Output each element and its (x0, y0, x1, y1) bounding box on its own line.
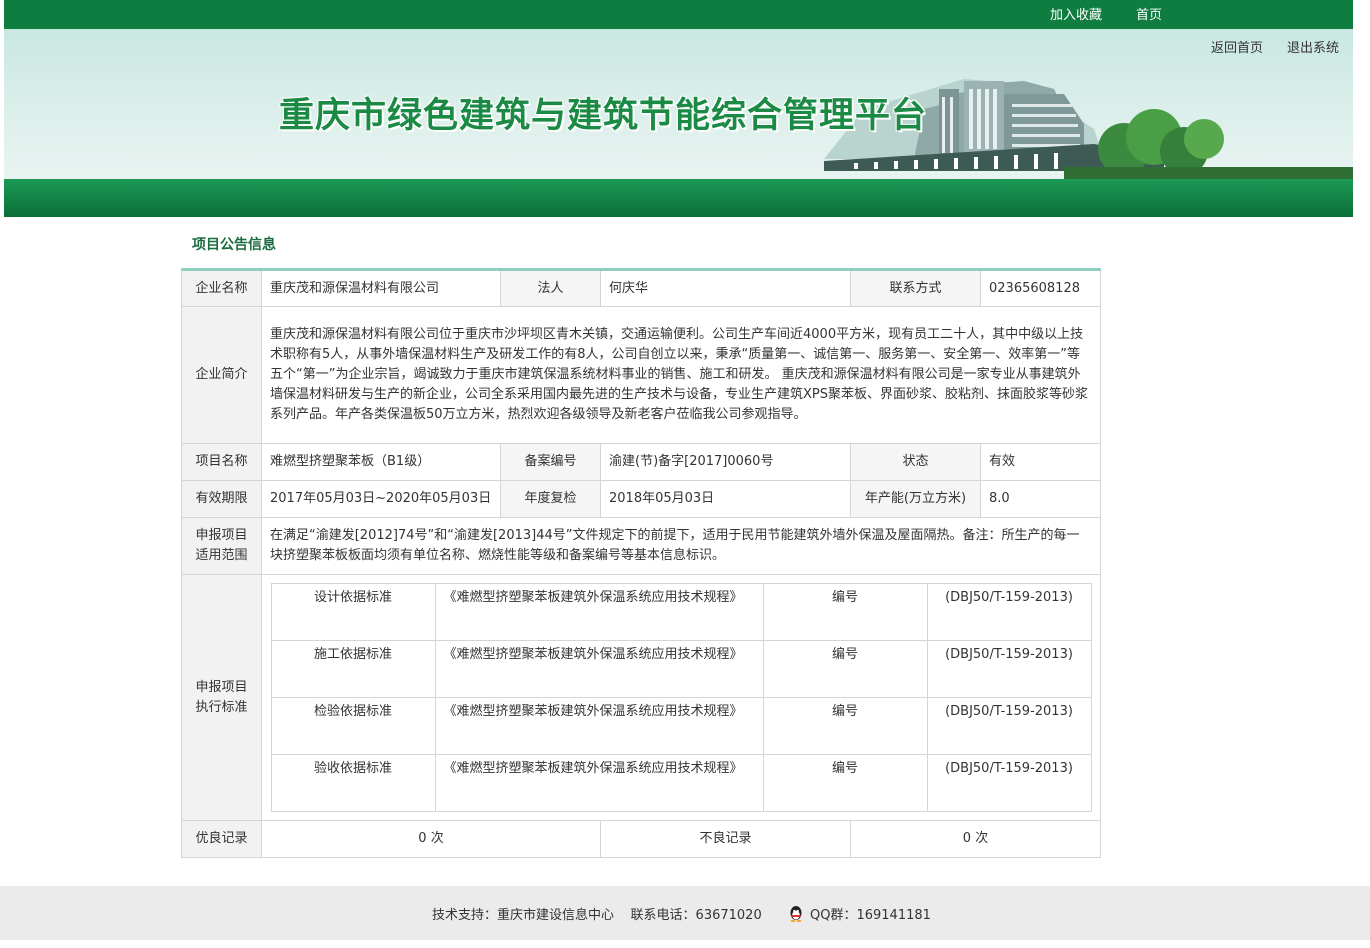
capacity: 8.0 (980, 480, 1101, 518)
footer: 技术支持：重庆市建设信息中心 联系电话：63671020 QQ群：1691411… (0, 886, 1370, 940)
home-link[interactable]: 首页 (1136, 4, 1162, 23)
good-record: 0 次 (261, 820, 601, 858)
intro-label: 企业简介 (181, 306, 262, 444)
review-date: 2018年05月03日 (600, 480, 851, 518)
company-intro: 重庆茂和源保温材料有限公司位于重庆市沙坪坝区青木关镇，交通运输便利。公司生产车间… (261, 306, 1101, 444)
contact: 02365608128 (980, 269, 1101, 307)
standard-type: 施工依据标准 (270, 640, 436, 698)
standard-code: (DBJ50/T-159-2013) (926, 640, 1092, 698)
add-favorite-link[interactable]: 加入收藏 (1050, 4, 1102, 23)
top-bar: 加入收藏 首页 (4, 0, 1353, 29)
table-row: 有效期限 2017年05月03日~2020年05月03日 年度复检 2018年0… (181, 480, 1101, 518)
bad-record: 0 次 (850, 820, 1101, 858)
standard-code: (DBJ50/T-159-2013) (926, 754, 1092, 812)
validity-label: 有效期限 (181, 480, 262, 518)
table-row: 优良记录 0 次 不良记录 0 次 (181, 820, 1101, 858)
review-label: 年度复检 (500, 480, 601, 518)
capacity-label: 年产能(万立方米) (850, 480, 981, 518)
standard-name: 《难燃型挤塑聚苯板建筑外保温系统应用技术规程》 (434, 583, 764, 641)
standard-code-label: 编号 (762, 754, 928, 812)
standard-code: (DBJ50/T-159-2013) (926, 697, 1092, 755)
validity: 2017年05月03日~2020年05月03日 (261, 480, 501, 518)
company-name-label: 企业名称 (181, 269, 262, 307)
table-row: 设计依据标准 《难燃型挤塑聚苯板建筑外保温系统应用技术规程》 编号 (DBJ50… (270, 583, 1092, 641)
good-record-label: 优良记录 (181, 820, 262, 858)
standard-name: 《难燃型挤塑聚苯板建筑外保温系统应用技术规程》 (434, 754, 764, 812)
nav-bar (4, 179, 1353, 217)
standard-name: 《难燃型挤塑聚苯板建筑外保温系统应用技术规程》 (434, 697, 764, 755)
standards-table: 设计依据标准 《难燃型挤塑聚苯板建筑外保温系统应用技术规程》 编号 (DBJ50… (270, 583, 1092, 812)
banner: 重庆市绿色建筑与建筑节能综合管理平台 返回首页 退出系统 (4, 29, 1353, 179)
standard-code: (DBJ50/T-159-2013) (926, 583, 1092, 641)
standard-code-label: 编号 (762, 697, 928, 755)
qq-group: QQ群：169141181 (810, 908, 931, 923)
table-row: 检验依据标准 《难燃型挤塑聚苯板建筑外保温系统应用技术规程》 编号 (DBJ50… (270, 697, 1092, 755)
project-name: 难燃型挤塑聚苯板（B1级） (261, 443, 501, 481)
project-info-table: 企业名称 重庆茂和源保温材料有限公司 法人 何庆华 联系方式 023656081… (181, 268, 1101, 858)
table-row: 申报项目执行标准 设计依据标准 《难燃型挤塑聚苯板建筑外保温系统应用技术规程》 … (181, 574, 1101, 821)
standard-name: 《难燃型挤塑聚苯板建筑外保温系统应用技术规程》 (434, 640, 764, 698)
contact-label: 联系方式 (850, 269, 981, 307)
record-number: 渝建(节)备字[2017]0060号 (600, 443, 851, 481)
qq-icon (788, 905, 804, 926)
scope: 在满足“渝建发[2012]74号”和“渝建发[2013]44号”文件规定下的前提… (261, 517, 1101, 575)
bad-record-label: 不良记录 (600, 820, 851, 858)
section-title: 项目公告信息 (192, 237, 276, 253)
legal-person: 何庆华 (600, 269, 851, 307)
table-row: 申报项目适用范围 在满足“渝建发[2012]74号”和“渝建发[2013]44号… (181, 517, 1101, 575)
table-row: 企业简介 重庆茂和源保温材料有限公司位于重庆市沙坪坝区青木关镇，交通运输便利。公… (181, 306, 1101, 444)
table-row: 项目名称 难燃型挤塑聚苯板（B1级） 备案编号 渝建(节)备字[2017]006… (181, 443, 1101, 481)
standard-code-label: 编号 (762, 640, 928, 698)
logout-link[interactable]: 退出系统 (1287, 37, 1339, 56)
site-title: 重庆市绿色建筑与建筑节能综合管理平台 (279, 95, 928, 136)
standards-label: 申报项目执行标准 (181, 574, 262, 821)
table-row: 施工依据标准 《难燃型挤塑聚苯板建筑外保温系统应用技术规程》 编号 (DBJ50… (270, 640, 1092, 698)
contact-phone: 联系电话：63671020 (630, 908, 762, 923)
record-label: 备案编号 (500, 443, 601, 481)
standard-type: 检验依据标准 (270, 697, 436, 755)
company-name: 重庆茂和源保温材料有限公司 (261, 269, 501, 307)
scope-label: 申报项目适用范围 (181, 517, 262, 575)
standard-code-label: 编号 (762, 583, 928, 641)
project-name-label: 项目名称 (181, 443, 262, 481)
table-row: 验收依据标准 《难燃型挤塑聚苯板建筑外保温系统应用技术规程》 编号 (DBJ50… (270, 754, 1092, 812)
status: 有效 (980, 443, 1101, 481)
tech-support: 技术支持：重庆市建设信息中心 (432, 908, 615, 923)
legal-label: 法人 (500, 269, 601, 307)
back-home-link[interactable]: 返回首页 (1211, 37, 1263, 56)
standard-type: 验收依据标准 (270, 754, 436, 812)
table-row: 企业名称 重庆茂和源保温材料有限公司 法人 何庆华 联系方式 023656081… (181, 269, 1101, 307)
status-label: 状态 (850, 443, 981, 481)
standard-type: 设计依据标准 (270, 583, 436, 641)
